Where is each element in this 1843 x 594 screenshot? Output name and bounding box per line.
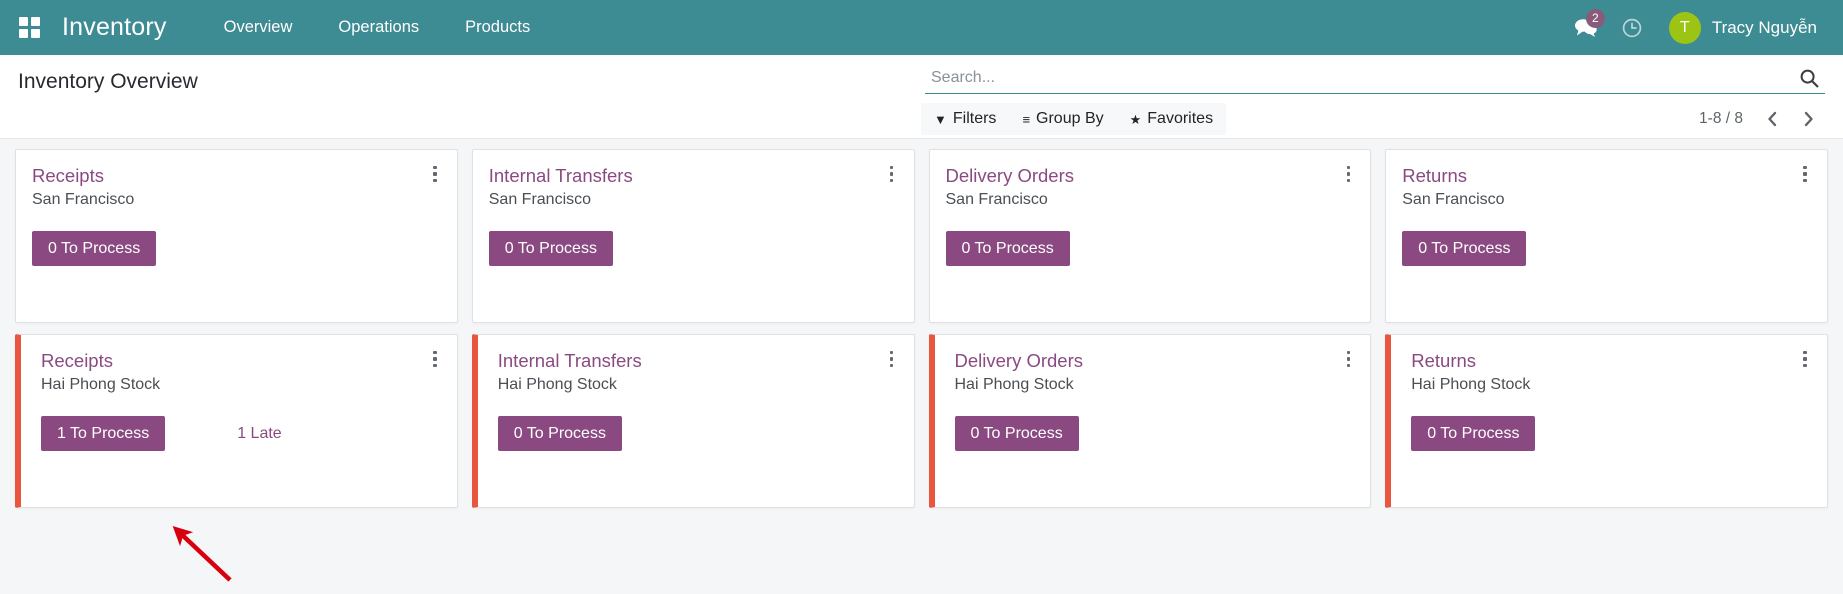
group-by-label: Group By (1036, 110, 1104, 128)
card-body: 0 To Process (32, 231, 441, 266)
main-nav-menu: Overview Operations Products (201, 0, 554, 55)
favorites-label: Favorites (1147, 110, 1213, 128)
activity-button[interactable] (1609, 0, 1655, 55)
kebab-menu-icon[interactable] (883, 163, 901, 185)
kebab-menu-icon[interactable] (1796, 348, 1814, 370)
control-panel: Inventory Overview ▼ Filters ≡ (0, 55, 1843, 139)
kebab-menu-icon[interactable] (1339, 348, 1357, 370)
filters-dropdown-button[interactable]: ▼ Filters (921, 103, 1009, 135)
group-by-dropdown-button[interactable]: ≡ Group By (1009, 103, 1116, 135)
kebab-menu-icon[interactable] (1796, 163, 1814, 185)
to-process-button[interactable]: 0 To Process (498, 416, 622, 451)
card-body: 0 To Process (955, 416, 1355, 451)
card-subtitle: Hai Phong Stock (41, 376, 441, 394)
card-body: 0 To Process (946, 231, 1355, 266)
card-title: Internal Transfers (489, 164, 898, 187)
kebab-menu-icon[interactable] (426, 348, 444, 370)
card-subtitle: Hai Phong Stock (1411, 376, 1811, 394)
card-title: Receipts (32, 164, 441, 187)
app-brand-inventory[interactable]: Inventory (62, 13, 167, 42)
to-process-button[interactable]: 0 To Process (1402, 231, 1526, 266)
card-title: Returns (1411, 349, 1811, 372)
card-subtitle: San Francisco (489, 191, 898, 209)
nav-item-products[interactable]: Products (442, 0, 553, 55)
kanban-card-receipts-hai-phong-stock[interactable]: Receipts Hai Phong Stock 1 To Process 1 … (15, 334, 458, 508)
user-name-label: Tracy Nguyễn (1712, 18, 1817, 38)
to-process-button[interactable]: 1 To Process (41, 416, 165, 451)
avatar: T (1669, 12, 1701, 44)
kanban-card-delivery-orders-san-francisco[interactable]: Delivery Orders San Francisco 0 To Proce… (929, 149, 1372, 323)
kebab-menu-icon[interactable] (426, 163, 444, 185)
nav-item-overview[interactable]: Overview (201, 0, 316, 55)
kanban-card-returns-hai-phong-stock[interactable]: Returns Hai Phong Stock 0 To Process (1385, 334, 1828, 508)
pager-previous-button[interactable] (1755, 104, 1789, 134)
control-panel-bottom-row: ▼ Filters ≡ Group By ★ Favorites 1-8 / 8 (18, 103, 1825, 135)
card-body: 0 To Process (1411, 416, 1811, 451)
card-subtitle: Hai Phong Stock (498, 376, 898, 394)
chevron-left-icon (1765, 110, 1780, 128)
to-process-button[interactable]: 0 To Process (955, 416, 1079, 451)
kanban-card-slot: Receipts San Francisco 0 To Process (8, 149, 465, 334)
card-title: Internal Transfers (498, 349, 898, 372)
card-body: 0 To Process (489, 231, 898, 266)
to-process-button[interactable]: 0 To Process (946, 231, 1070, 266)
kanban-board: Receipts San Francisco 0 To Process Inte… (0, 139, 1843, 519)
to-process-button[interactable]: 0 To Process (1411, 416, 1535, 451)
favorites-dropdown-button[interactable]: ★ Favorites (1117, 103, 1226, 135)
filters-label: Filters (953, 110, 997, 128)
list-lines-icon: ≡ (1022, 113, 1030, 126)
search-bar[interactable] (925, 68, 1825, 94)
search-input[interactable] (927, 69, 1795, 87)
card-subtitle: San Francisco (1402, 191, 1811, 209)
kanban-card-slot: Returns San Francisco 0 To Process (1378, 149, 1835, 334)
kanban-card-slot: Returns Hai Phong Stock 0 To Process (1378, 334, 1835, 519)
kebab-menu-icon[interactable] (1339, 163, 1357, 185)
search-icon (1799, 68, 1819, 88)
card-title: Delivery Orders (955, 349, 1355, 372)
to-process-button[interactable]: 0 To Process (32, 231, 156, 266)
messages-badge: 2 (1586, 9, 1605, 28)
search-submit-button[interactable] (1795, 68, 1823, 88)
page-title: Inventory Overview (18, 68, 198, 94)
navbar-right-tools: 2 T Tracy Nguyễn (1563, 0, 1825, 55)
card-body: 0 To Process (1402, 231, 1811, 266)
chevron-right-icon (1801, 110, 1816, 128)
nav-item-operations[interactable]: Operations (315, 0, 442, 55)
pager: 1-8 / 8 (1689, 104, 1825, 134)
kanban-card-slot: Delivery Orders San Francisco 0 To Proce… (922, 149, 1379, 334)
kanban-card-slot: Receipts Hai Phong Stock 1 To Process 1 … (8, 334, 465, 519)
card-body: 1 To Process 1 Late (41, 416, 441, 451)
card-subtitle: Hai Phong Stock (955, 376, 1355, 394)
search-options-bar: ▼ Filters ≡ Group By ★ Favorites (921, 103, 1226, 135)
kebab-menu-icon[interactable] (883, 348, 901, 370)
card-title: Receipts (41, 349, 441, 372)
pager-range-label[interactable]: 1-8 / 8 (1689, 110, 1753, 128)
kanban-card-internal-transfers-hai-phong-stock[interactable]: Internal Transfers Hai Phong Stock 0 To … (472, 334, 915, 508)
card-title: Delivery Orders (946, 164, 1355, 187)
card-subtitle: San Francisco (32, 191, 441, 209)
card-subtitle: San Francisco (946, 191, 1355, 209)
kanban-card-internal-transfers-san-francisco[interactable]: Internal Transfers San Francisco 0 To Pr… (472, 149, 915, 323)
kanban-card-returns-san-francisco[interactable]: Returns San Francisco 0 To Process (1385, 149, 1828, 323)
clock-activity-icon (1621, 17, 1643, 39)
messages-button[interactable]: 2 (1563, 0, 1609, 55)
kanban-card-receipts-san-francisco[interactable]: Receipts San Francisco 0 To Process (15, 149, 458, 323)
late-count-label[interactable]: 1 Late (237, 425, 281, 443)
pager-next-button[interactable] (1791, 104, 1825, 134)
kanban-card-slot: Internal Transfers Hai Phong Stock 0 To … (465, 334, 922, 519)
kanban-card-slot: Internal Transfers San Francisco 0 To Pr… (465, 149, 922, 334)
card-title: Returns (1402, 164, 1811, 187)
apps-menu-button[interactable] (12, 11, 46, 45)
user-menu[interactable]: T Tracy Nguyễn (1655, 0, 1825, 55)
top-navbar: Inventory Overview Operations Products 2 (0, 0, 1843, 55)
app-root: Inventory Overview Operations Products 2 (0, 0, 1843, 519)
kanban-card-slot: Delivery Orders Hai Phong Stock 0 To Pro… (922, 334, 1379, 519)
kanban-card-delivery-orders-hai-phong-stock[interactable]: Delivery Orders Hai Phong Stock 0 To Pro… (929, 334, 1372, 508)
apps-grid-icon (19, 17, 40, 38)
card-body: 0 To Process (498, 416, 898, 451)
funnel-icon: ▼ (934, 113, 947, 126)
to-process-button[interactable]: 0 To Process (489, 231, 613, 266)
control-panel-top-row: Inventory Overview (18, 55, 1825, 94)
star-icon: ★ (1130, 113, 1142, 126)
